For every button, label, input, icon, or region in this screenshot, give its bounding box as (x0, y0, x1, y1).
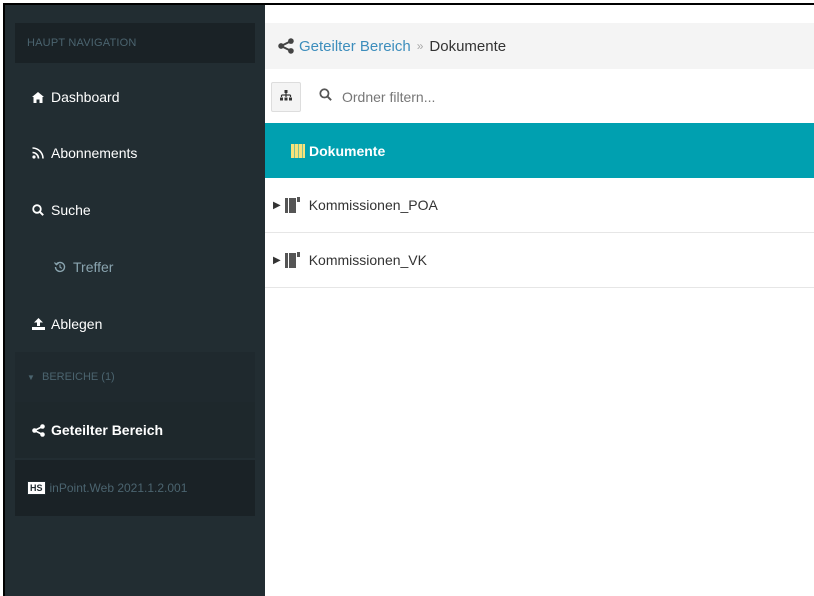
tree-root-dokumente[interactable]: Dokumente (265, 123, 814, 178)
caret-right-icon[interactable]: ▶ (273, 255, 281, 266)
sidebar: Haupt Navigation Dashboard Abonnements S… (5, 5, 265, 596)
app-window: Haupt Navigation Dashboard Abonnements S… (3, 3, 814, 596)
sidebar-item-ablegen[interactable]: Ablegen (15, 296, 255, 352)
search-icon (30, 204, 46, 216)
folder-filter-input[interactable] (340, 88, 644, 106)
caret-right-icon[interactable]: ▶ (273, 200, 281, 211)
sitemap-icon (280, 88, 292, 106)
breadcrumb-current: Dokumente (429, 37, 507, 55)
sidebar-item-label: Dashboard (51, 89, 120, 105)
hs-logo: HS (27, 481, 46, 495)
version-text: inPoint.Web 2021.1.2.001 (49, 481, 188, 495)
section-label: Bereiche (1) (41, 371, 115, 383)
share-icon (30, 423, 46, 437)
binder-icon (284, 252, 301, 268)
tree-item-label: Kommissionen_POA (308, 197, 438, 213)
tree-item-kommissionen-poa[interactable]: ▶ Kommissionen_POA (265, 178, 814, 233)
rss-icon (30, 147, 46, 159)
library-icon (291, 143, 305, 158)
tree-item-kommissionen-vk[interactable]: ▶ Kommissionen_VK (265, 233, 814, 288)
sidebar-section-bereiche[interactable]: ▼ Bereiche (1) (15, 352, 255, 402)
breadcrumb-separator: » (416, 39, 424, 53)
version-info: HS inPoint.Web 2021.1.2.001 (15, 460, 255, 516)
sidebar-item-label: Ablegen (51, 316, 103, 332)
search-icon (319, 88, 332, 106)
tree-item-label: Kommissionen_VK (308, 252, 427, 268)
upload-icon (30, 318, 46, 330)
breadcrumb-link-geteilter-bereich[interactable]: Geteilter Bereich (299, 38, 411, 55)
sidebar-item-treffer[interactable]: Treffer (15, 239, 255, 295)
caret-down-icon: ▼ (27, 373, 35, 382)
sidebar-item-abonnements[interactable]: Abonnements (15, 125, 255, 181)
folder-filter (319, 88, 644, 106)
sidebar-item-suche[interactable]: Suche (15, 182, 255, 238)
sidebar-item-label: Treffer (73, 259, 114, 275)
sidebar-item-dashboard[interactable]: Dashboard (15, 69, 255, 125)
share-icon (277, 38, 295, 54)
breadcrumb: Geteilter Bereich » Dokumente (265, 23, 814, 69)
tree-root-label: Dokumente (309, 142, 386, 159)
sidebar-item-label: Abonnements (51, 145, 138, 161)
sidebar-header: Haupt Navigation (15, 23, 255, 63)
history-icon (52, 261, 68, 273)
sidebar-item-label: Geteilter Bereich (51, 422, 164, 438)
home-icon (30, 91, 46, 103)
main-content: Geteilter Bereich » Dokumente Dokumente (265, 5, 814, 596)
toolbar (265, 71, 814, 124)
binder-icon (284, 197, 301, 213)
sidebar-item-label: Suche (51, 202, 91, 218)
sidebar-item-geteilter-bereich[interactable]: Geteilter Bereich (15, 402, 255, 458)
tree-view-button[interactable] (271, 82, 301, 112)
